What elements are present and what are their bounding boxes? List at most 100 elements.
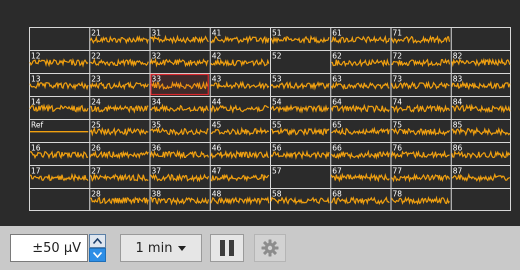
channel-cell-57[interactable]: 57	[272, 167, 282, 176]
channel-cell-82[interactable]: 82	[451, 52, 511, 68]
duration-value: 1 min	[135, 240, 173, 256]
channel-cell-43[interactable]: 43	[210, 75, 270, 91]
signal-trace	[29, 103, 89, 113]
channel-cell-56[interactable]: 56	[270, 144, 330, 160]
channel-cell-25[interactable]: 25	[89, 121, 149, 137]
channel-cell-48[interactable]: 48	[210, 190, 270, 206]
channel-cell-58[interactable]: 58	[270, 190, 330, 206]
channel-cell-86[interactable]: 86	[451, 144, 511, 160]
channel-cell-67[interactable]: 67	[330, 167, 390, 183]
signal-trace	[210, 149, 270, 160]
channel-cell-53[interactable]: 53	[270, 75, 330, 91]
channel-label: 78	[393, 190, 403, 199]
channel-label: 75	[393, 121, 403, 130]
channel-cell-87[interactable]: 87	[451, 167, 511, 183]
settings-button[interactable]	[254, 234, 286, 262]
signal-trace	[270, 149, 330, 160]
channel-cell-22[interactable]: 22	[90, 52, 149, 68]
channel-cell-28[interactable]: 28	[90, 190, 149, 206]
channel-label: 72	[393, 52, 403, 61]
channel-cell-83[interactable]: 83	[451, 75, 511, 91]
channel-cell-65[interactable]: 65	[331, 121, 390, 136]
channel-cell-42[interactable]: 42	[210, 52, 270, 68]
channel-cell-76[interactable]: 76	[390, 144, 450, 160]
channel-cell-62[interactable]: 62	[331, 52, 390, 68]
duration-select[interactable]: 1 min	[120, 234, 202, 262]
channel-cell-13[interactable]: 13	[29, 75, 89, 91]
channel-label: 67	[332, 167, 342, 176]
channel-cell-24[interactable]: 24	[90, 98, 149, 114]
signal-trace	[210, 35, 270, 45]
channel-cell-34[interactable]: 34	[150, 98, 209, 114]
gear-icon	[261, 239, 279, 257]
controls-bar: ±50 µV 1 min	[0, 226, 520, 270]
channel-cell-44[interactable]: 44	[210, 98, 269, 114]
channel-cell-78[interactable]: 78	[390, 190, 450, 206]
channel-cell-47[interactable]: 47	[210, 167, 270, 182]
pause-button[interactable]	[210, 234, 244, 262]
channel-cell-64[interactable]: 64	[330, 98, 390, 114]
channel-cell-73[interactable]: 73	[390, 75, 450, 90]
channel-cell-54[interactable]: 54	[270, 98, 330, 114]
signal-trace	[90, 104, 149, 114]
channel-cell-14[interactable]: 14	[29, 98, 89, 113]
channel-cell-84[interactable]: 84	[451, 98, 511, 114]
channel-label: 24	[91, 98, 101, 107]
channel-cell-26[interactable]: 26	[89, 144, 149, 160]
signal-trace	[391, 58, 451, 68]
channel-cell-41[interactable]: 41	[210, 29, 270, 45]
channel-label: 84	[453, 98, 463, 107]
signal-trace	[270, 103, 330, 114]
channel-cell-46[interactable]: 46	[210, 144, 270, 160]
channel-cell-38[interactable]: 38	[150, 190, 210, 206]
signal-trace	[390, 149, 450, 160]
channel-cell-ref[interactable]: Ref	[30, 121, 89, 133]
signal-trace	[330, 149, 390, 160]
channel-cell-66[interactable]: 66	[330, 144, 390, 160]
signal-trace	[89, 172, 149, 182]
scale-decrease-button[interactable]	[89, 248, 106, 262]
signal-trace	[89, 126, 149, 137]
channel-cell-37[interactable]: 37	[150, 167, 210, 183]
channel-cell-17[interactable]: 17	[29, 167, 89, 183]
channel-cell-12[interactable]: 12	[29, 52, 89, 68]
scale-field[interactable]: ±50 µV	[10, 234, 88, 262]
channel-cell-36[interactable]: 36	[149, 144, 210, 160]
channel-cell-63[interactable]: 63	[330, 75, 390, 90]
channel-cell-75[interactable]: 75	[391, 121, 451, 137]
channel-label: 38	[152, 190, 162, 199]
channel-cell-51[interactable]: 51	[270, 29, 330, 45]
channel-cell-16[interactable]: 16	[29, 144, 89, 160]
signal-trace	[270, 126, 330, 137]
channel-cell-77[interactable]: 77	[391, 167, 451, 183]
channel-cell-31[interactable]: 31	[150, 29, 209, 45]
channel-cell-45[interactable]: 45	[210, 121, 270, 136]
signal-trace	[270, 81, 330, 91]
channel-cell-23[interactable]: 23	[89, 75, 149, 91]
channel-label: 82	[453, 52, 463, 61]
channel-label: 54	[272, 98, 282, 107]
signal-trace	[451, 150, 511, 160]
scale-increase-button[interactable]	[89, 234, 106, 248]
channel-cell-85[interactable]: 85	[451, 121, 511, 137]
channel-label: 86	[453, 144, 463, 153]
channel-cell-68[interactable]: 68	[330, 190, 390, 206]
channel-cell-74[interactable]: 74	[391, 98, 451, 114]
channel-cell-52[interactable]: 52	[272, 52, 282, 61]
signal-trace	[150, 173, 210, 183]
channel-cell-71[interactable]: 71	[390, 29, 451, 45]
channel-cell-55[interactable]: 55	[270, 121, 330, 137]
channel-cell-72[interactable]: 72	[391, 52, 451, 68]
channel-cell-27[interactable]: 27	[89, 167, 149, 182]
channel-cell-21[interactable]: 21	[89, 29, 149, 45]
channel-cell-61[interactable]: 61	[330, 29, 390, 44]
channel-label: 46	[212, 144, 222, 153]
channel-label: 63	[332, 75, 342, 84]
channel-cell-32[interactable]: 32	[149, 52, 209, 68]
channel-cell-33[interactable]: 33	[150, 73, 209, 96]
channel-cell-35[interactable]: 35	[150, 121, 209, 136]
channel-label: 85	[453, 121, 463, 130]
channel-label: 26	[91, 144, 101, 153]
signal-trace	[210, 104, 269, 114]
channel-label: 83	[453, 75, 463, 84]
